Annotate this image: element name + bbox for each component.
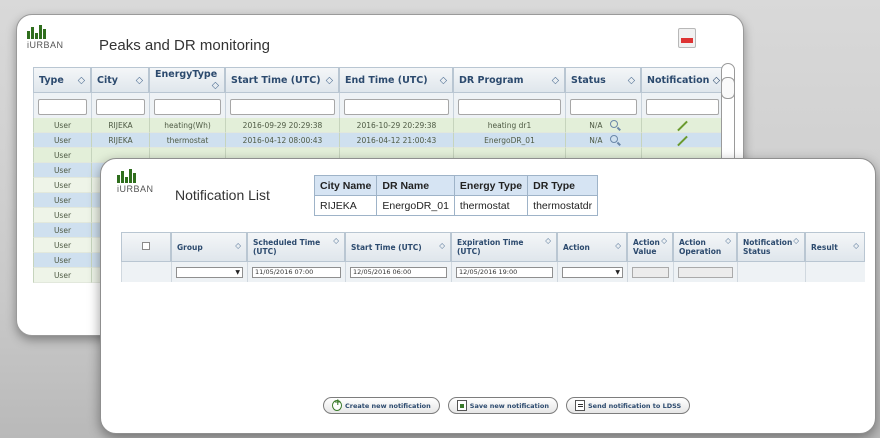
column-header-start-time[interactable]: ◇ Start Time (UTC)	[345, 232, 451, 262]
info-header-dr-name: DR Name	[376, 175, 455, 196]
pencil-icon[interactable]	[677, 120, 688, 131]
column-header-energy-type[interactable]: EnergyType ◇	[149, 67, 225, 93]
sort-icon[interactable]: ◇	[78, 75, 85, 86]
sort-icon[interactable]: ◇	[628, 75, 635, 86]
column-header-group[interactable]: ◇ Group	[171, 232, 247, 262]
filter-dr-program-input[interactable]	[458, 98, 561, 115]
column-header-action-operation[interactable]: ◇ Action Operation	[673, 232, 737, 262]
column-header-result[interactable]: ◇ Result	[805, 232, 865, 262]
column-header-end-time[interactable]: End Time (UTC) ◇	[339, 67, 453, 93]
column-header-notification-status[interactable]: ◇ Notification Status	[737, 232, 805, 262]
sort-icon[interactable]: ◇	[326, 75, 333, 86]
scrollbar-thumb[interactable]	[721, 77, 735, 99]
sort-icon[interactable]: ◇	[136, 75, 143, 86]
sort-icon[interactable]: ◇	[661, 236, 667, 245]
sort-icon[interactable]: ◇	[725, 236, 731, 245]
info-dr-name: EnergoDR_01	[376, 195, 455, 216]
sort-icon[interactable]: ◇	[235, 241, 241, 250]
select-all-checkbox[interactable]	[142, 242, 150, 250]
action-value-input[interactable]	[632, 266, 669, 278]
filter-status-input[interactable]	[570, 98, 637, 115]
info-header-energy-type: Energy Type	[453, 175, 529, 196]
magnifier-icon[interactable]	[609, 120, 618, 128]
sort-icon[interactable]: ◇	[333, 236, 339, 245]
sort-icon[interactable]: ◇	[545, 236, 551, 245]
sort-icon[interactable]: ◇	[793, 236, 799, 245]
magnifier-icon[interactable]	[609, 135, 618, 143]
action-buttons: Create new notification Save new notific…	[323, 397, 691, 414]
page-title: Peaks and DR monitoring	[99, 37, 270, 54]
add-icon	[332, 398, 342, 411]
save-icon	[456, 400, 467, 411]
sort-icon[interactable]: ◇	[713, 75, 720, 86]
logo-text: iURBAN	[27, 40, 64, 50]
logo-text: iURBAN	[117, 184, 154, 194]
action-select[interactable]	[562, 266, 623, 278]
filter-energy-type-input[interactable]	[154, 98, 221, 115]
info-header-city: City Name	[313, 175, 378, 196]
create-notification-button[interactable]: Create new notification	[323, 397, 440, 414]
info-dr-type: thermostatdr	[527, 195, 599, 216]
scheduled-time-input[interactable]: 11/05/2016 07:00	[252, 266, 341, 278]
info-energy-type: thermostat	[453, 195, 529, 216]
group-select[interactable]	[176, 266, 243, 278]
column-header-notification[interactable]: Notification ◇	[641, 67, 723, 93]
send-notification-button[interactable]: Send notification to LDSS	[565, 397, 691, 414]
column-header-type[interactable]: Type ◇	[33, 67, 91, 93]
pencil-icon[interactable]	[677, 135, 688, 146]
filter-type-input[interactable]	[38, 98, 87, 115]
info-header-dr-type: DR Type	[527, 175, 599, 196]
sort-icon[interactable]: ◇	[439, 241, 445, 250]
sort-icon[interactable]: ◇	[552, 75, 559, 86]
filter-row	[33, 93, 723, 118]
column-header-action[interactable]: ◇ Action	[557, 232, 627, 262]
logo-bars-icon	[117, 169, 136, 183]
iurban-logo: iURBAN	[27, 25, 64, 50]
table-row[interactable]: User RIJEKA thermostat 2016-04-12 08:00:43 2…	[33, 133, 723, 148]
column-header-action-value[interactable]: ◇ Action Value	[627, 232, 673, 262]
expiration-time-input[interactable]: 12/05/2016 19:00	[456, 266, 553, 278]
sort-icon[interactable]: ◇	[615, 241, 621, 250]
notification-list-window: iURBAN Notification List City Name DR Na…	[100, 158, 876, 434]
dr-info-table: City Name DR Name Energy Type DR Type RI…	[313, 175, 599, 216]
filter-start-time-input[interactable]	[230, 98, 335, 115]
column-header-expiration-time[interactable]: ◇ Expiration Time (UTC)	[451, 232, 557, 262]
column-header-start-time[interactable]: Start Time (UTC) ◇	[225, 67, 339, 93]
action-operation-input[interactable]	[678, 266, 733, 278]
save-notification-button[interactable]: Save new notification	[447, 397, 558, 414]
notification-grid: ◇ Group ◇ Scheduled Time (UTC) ◇ Start Time…	[121, 232, 865, 282]
page-title: Notification List	[175, 187, 270, 203]
table-row[interactable]: User RIJEKA heating(Wh) 2016-09-29 20:29:38…	[33, 118, 723, 133]
sort-icon[interactable]: ◇	[440, 75, 447, 86]
filter-city-input[interactable]	[96, 98, 145, 115]
send-document-icon	[574, 400, 585, 411]
column-header-scheduled-time[interactable]: ◇ Scheduled Time (UTC)	[247, 232, 345, 262]
new-notification-row: 11/05/2016 07:00 12/05/2016 06:00 12/05/…	[121, 262, 865, 282]
column-header-city[interactable]: City ◇	[91, 67, 149, 93]
filter-notification-input[interactable]	[646, 98, 719, 115]
start-time-input[interactable]: 12/05/2016 06:00	[350, 266, 447, 278]
column-header-status[interactable]: Status ◇	[565, 67, 641, 93]
iurban-logo: iURBAN	[117, 169, 154, 194]
pdf-export-icon[interactable]	[678, 28, 696, 48]
sort-icon[interactable]: ◇	[212, 80, 219, 91]
column-header-dr-program[interactable]: DR Program ◇	[453, 67, 565, 93]
filter-end-time-input[interactable]	[344, 98, 449, 115]
logo-bars-icon	[27, 25, 46, 39]
select-all-header[interactable]	[121, 232, 171, 262]
info-city: RIJEKA	[313, 195, 378, 216]
sort-icon[interactable]: ◇	[853, 241, 859, 250]
